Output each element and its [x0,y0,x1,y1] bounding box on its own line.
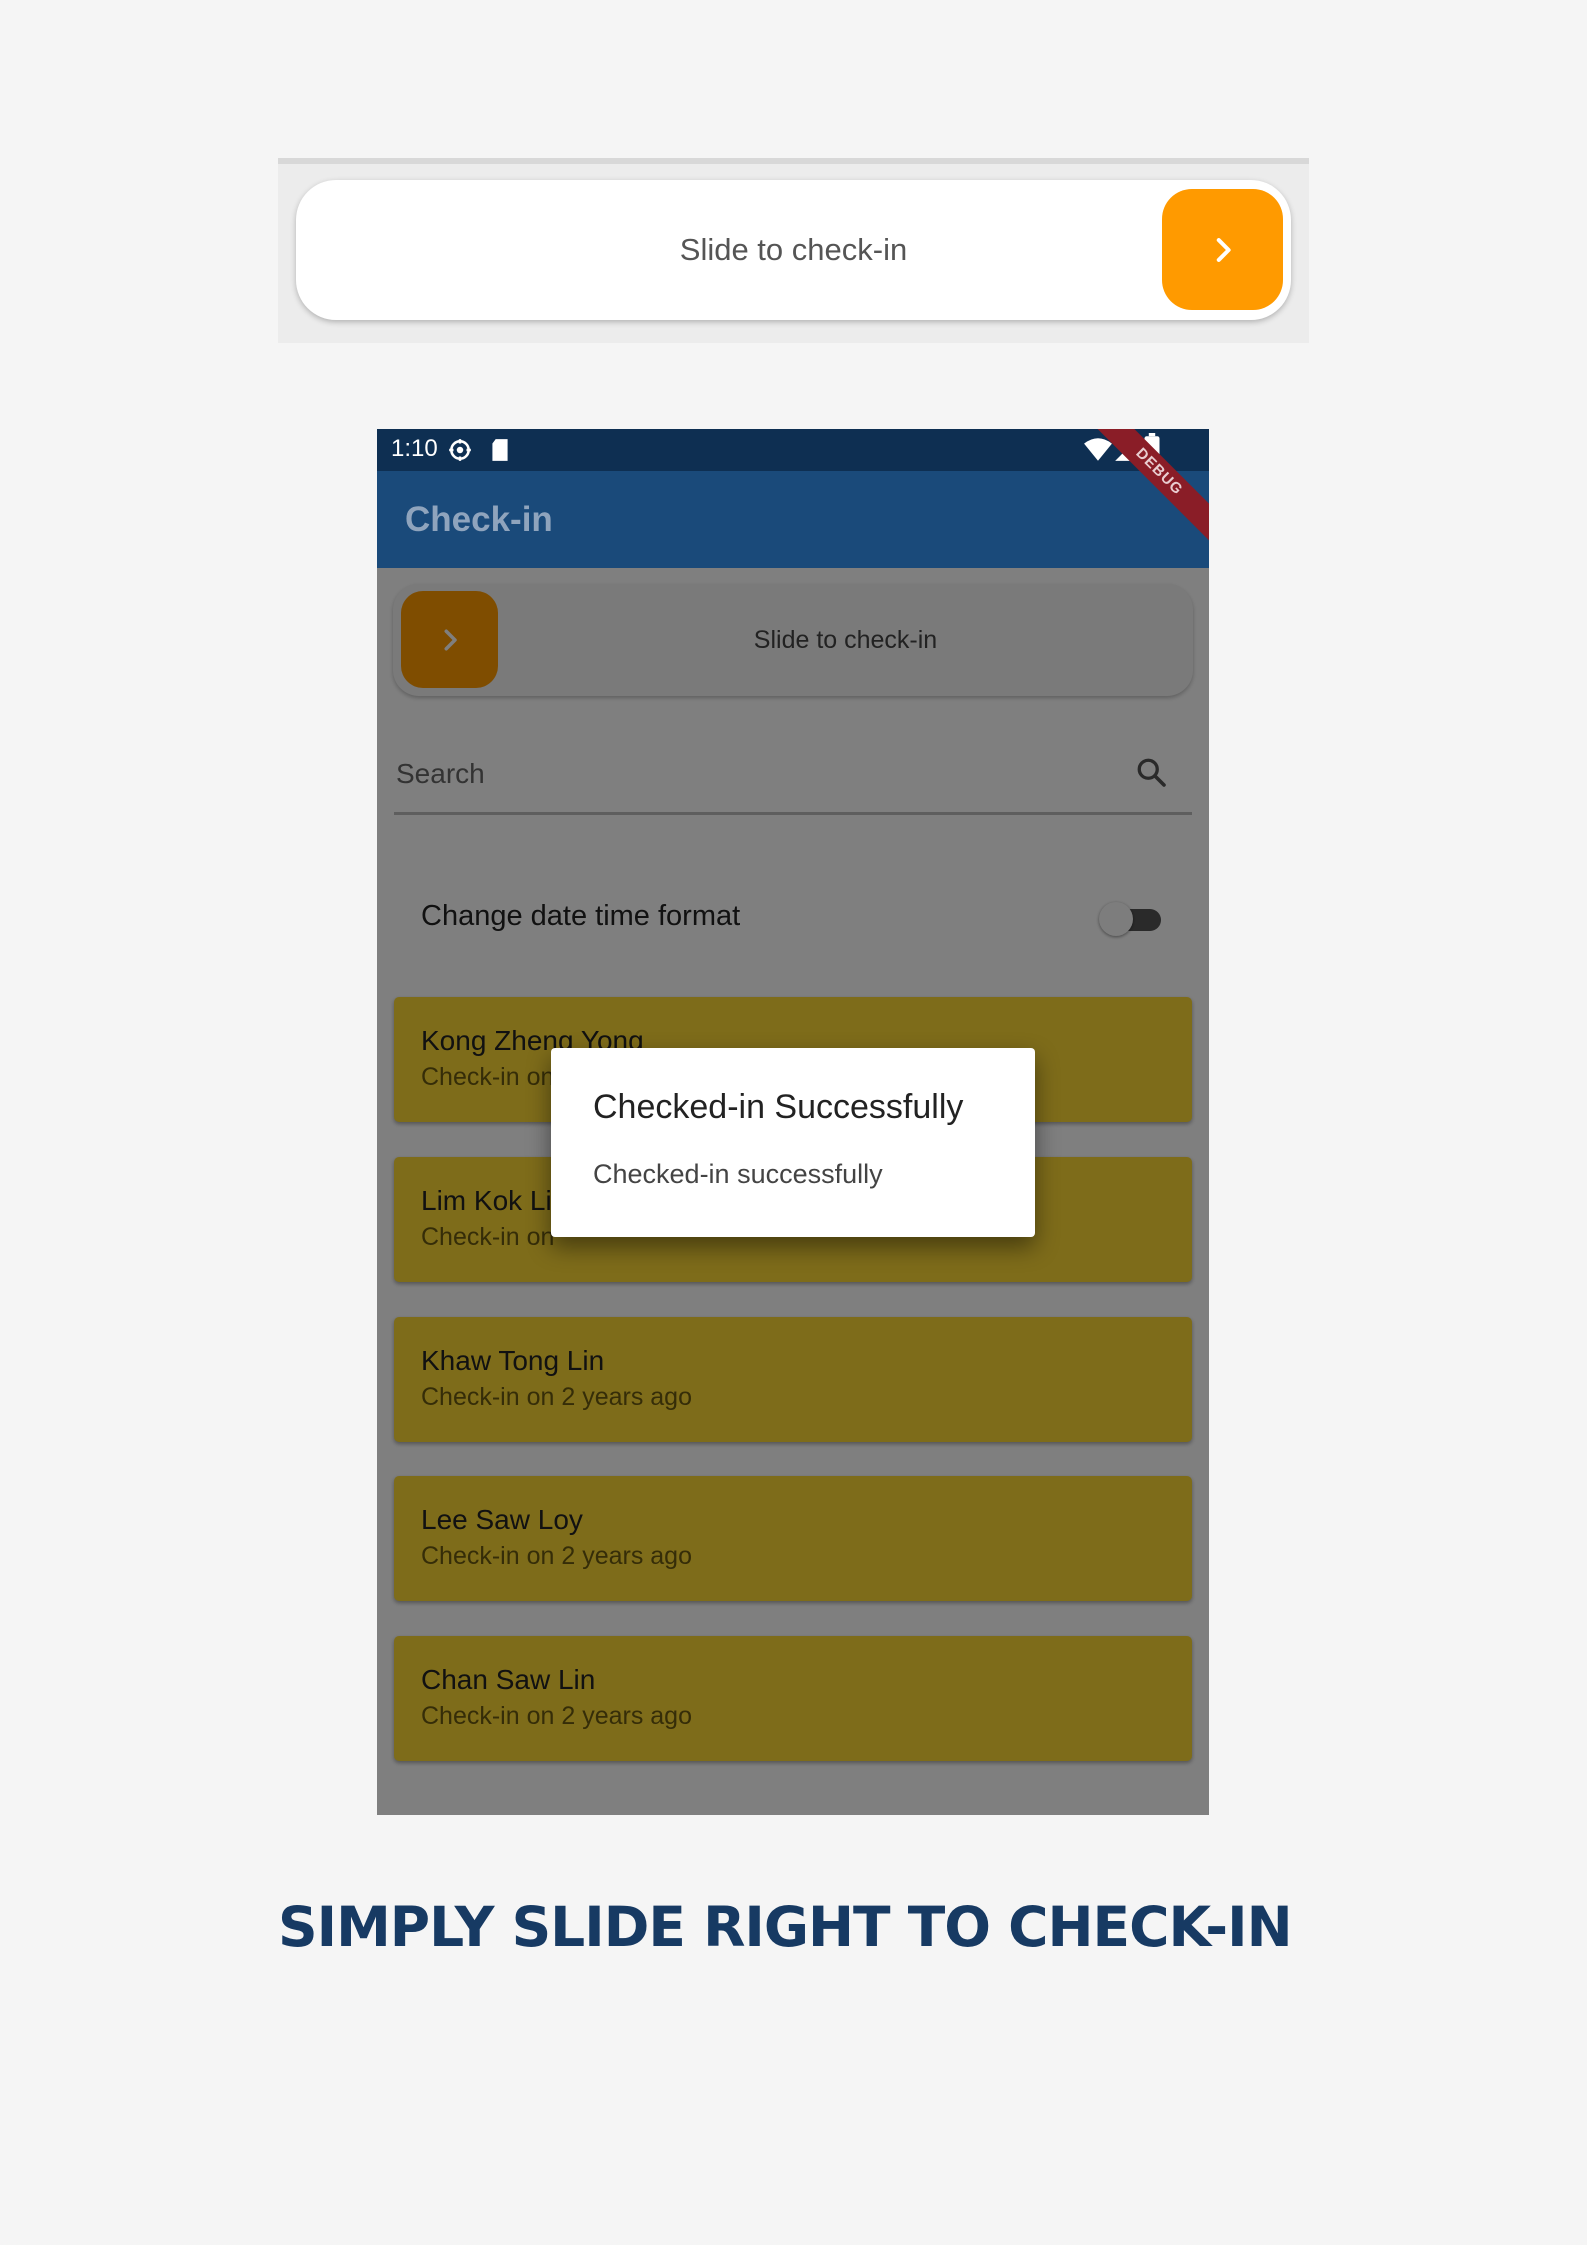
app-title: Check-in [405,499,553,539]
phone-screen: Slide to check-in Change date time forma… [377,429,1209,1815]
status-bar: 1:10 [377,429,1209,471]
dialog-message: Checked-in successfully [593,1159,883,1189]
app-bar: Check-in [377,471,1209,568]
settings-gear-icon [449,439,471,461]
top-slider-label: Slide to check-in [679,232,908,267]
top-slide-to-checkin-slider[interactable]: Slide to check-in [296,180,1291,320]
top-slider-knob[interactable] [1162,189,1283,310]
sd-card-icon [492,439,508,461]
caption-heading: SIMPLY SLIDE RIGHT TO CHECK-IN [278,1895,1293,1959]
top-slider-demo: Slide to check-in [278,158,1309,343]
chevron-right-icon [1216,237,1231,262]
dialog-title: Checked-in Successfully [593,1088,964,1126]
status-time: 1:10 [391,435,438,462]
checkin-success-dialog: Checked-in Successfully Checked-in succe… [551,1048,1035,1237]
wifi-icon [1084,438,1112,461]
